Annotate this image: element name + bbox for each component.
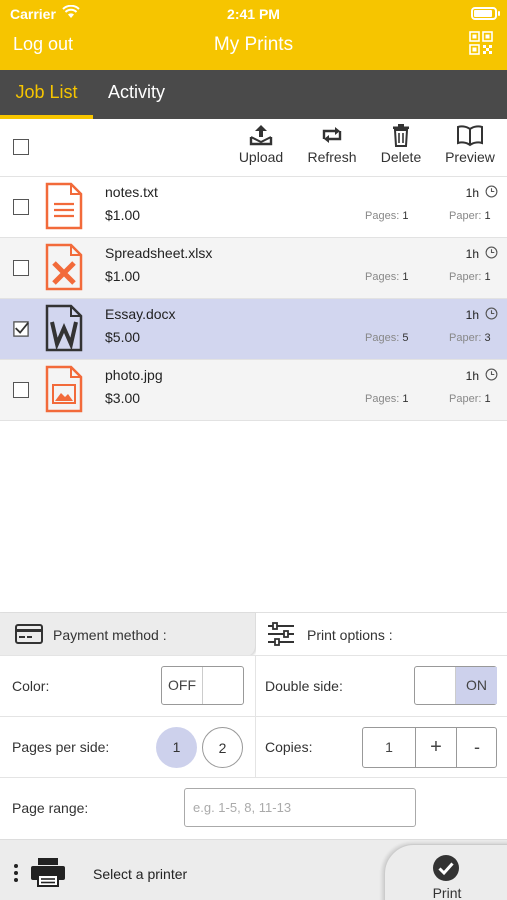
refresh-icon xyxy=(322,127,342,143)
copies-decrement-button[interactable]: - xyxy=(457,728,497,767)
printer-icon[interactable] xyxy=(30,857,66,887)
check-circle-icon xyxy=(433,855,459,881)
options-panel-tabs: Payment method : Print options : xyxy=(0,612,507,656)
job-age: 1h xyxy=(465,186,479,200)
job-row[interactable]: Essay.docx $5.00 1h Pages: 5 Paper: 3 xyxy=(0,299,507,360)
printer-bar: Select a printer Print xyxy=(0,839,507,900)
tab-bar: Job List Activity xyxy=(0,70,507,119)
options-row-layout: Pages per side: 1 2 Copies: 1 + - xyxy=(0,716,507,778)
tab-payment-method[interactable]: Payment method : xyxy=(0,613,256,656)
pages-per-side-option-2[interactable]: 2 xyxy=(202,727,243,768)
print-label: Print xyxy=(432,885,462,900)
clock-icon xyxy=(485,185,498,198)
refresh-button[interactable]: Refresh xyxy=(297,123,367,165)
upload-button[interactable]: Upload xyxy=(226,123,296,165)
upload-icon xyxy=(249,125,273,146)
preview-button[interactable]: Preview xyxy=(435,123,505,165)
pages-count: Pages: 1 xyxy=(365,271,409,283)
trash-icon xyxy=(393,124,409,147)
clock-icon xyxy=(485,307,498,320)
pages-count: Pages: 5 xyxy=(365,332,409,344)
row-checkbox[interactable] xyxy=(13,260,29,276)
page-range-input[interactable] xyxy=(184,788,416,827)
color-toggle[interactable]: OFF xyxy=(161,666,244,705)
pages-count: Pages: 1 xyxy=(365,210,409,222)
color-toggle-on-empty[interactable] xyxy=(203,667,244,704)
page-range-label: Page range: xyxy=(12,800,89,816)
pages-per-side-option-1[interactable]: 1 xyxy=(156,727,197,768)
pages-count: Pages: 1 xyxy=(365,393,409,405)
job-row[interactable]: notes.txt $1.00 1h Pages: 1 Paper: 1 xyxy=(0,177,507,238)
double-side-toggle-off-empty[interactable] xyxy=(415,667,456,704)
color-toggle-off[interactable]: OFF xyxy=(162,667,203,704)
options-row-color: Color: OFF Double side: ON xyxy=(0,655,507,717)
copies-value: 1 xyxy=(363,728,416,767)
job-price: $5.00 xyxy=(105,329,141,345)
page-title: My Prints xyxy=(213,34,294,55)
job-row[interactable]: Spreadsheet.xlsx $1.00 1h Pages: 1 Paper… xyxy=(0,238,507,299)
book-icon xyxy=(457,125,483,147)
file-name: photo.jpg xyxy=(105,367,163,383)
job-price: $1.00 xyxy=(105,207,141,223)
qr-code-icon[interactable] xyxy=(469,31,493,55)
tab-print-options[interactable]: Print options : xyxy=(256,613,507,656)
job-age: 1h xyxy=(465,247,479,261)
paper-count: Paper: 3 xyxy=(449,332,491,344)
image-file-icon xyxy=(45,365,83,413)
copies-stepper[interactable]: 1 + - xyxy=(362,727,497,768)
job-age: 1h xyxy=(465,369,479,383)
job-price: $1.00 xyxy=(105,268,141,284)
delete-label: Delete xyxy=(380,149,422,165)
job-row[interactable]: photo.jpg $3.00 1h Pages: 1 Paper: 1 xyxy=(0,360,507,421)
job-toolbar: Upload Refresh Delete Preview xyxy=(0,119,507,177)
more-options-icon[interactable] xyxy=(14,864,18,885)
job-price: $3.00 xyxy=(105,390,141,406)
preview-label: Preview xyxy=(445,149,495,165)
clock-icon xyxy=(485,246,498,259)
sliders-icon xyxy=(268,622,294,646)
job-age: 1h xyxy=(465,308,479,322)
payment-method-label: Payment method : xyxy=(53,627,167,643)
credit-card-icon xyxy=(15,624,43,644)
row-checkbox[interactable] xyxy=(13,199,29,215)
checked-checkbox[interactable] xyxy=(13,321,29,337)
upload-label: Upload xyxy=(238,149,284,165)
print-button[interactable]: Print xyxy=(384,844,507,900)
text-file-icon xyxy=(45,182,83,230)
color-label: Color: xyxy=(12,678,50,694)
status-bar: Carrier 2:41 PM xyxy=(0,5,507,23)
excel-file-icon xyxy=(45,243,83,291)
options-row-range: Page range: xyxy=(0,777,507,838)
battery-icon xyxy=(471,7,500,20)
word-file-icon xyxy=(45,304,83,352)
double-side-toggle[interactable]: ON xyxy=(414,666,497,705)
paper-count: Paper: 1 xyxy=(449,210,491,222)
tab-job-list[interactable]: Job List xyxy=(0,70,93,119)
copies-label: Copies: xyxy=(265,739,313,755)
double-side-label: Double side: xyxy=(265,678,343,694)
clock-icon xyxy=(485,368,498,381)
pages-per-side-label: Pages per side: xyxy=(12,739,110,755)
select-all-checkbox[interactable] xyxy=(13,139,29,155)
select-printer-button[interactable]: Select a printer xyxy=(93,866,187,882)
copies-increment-button[interactable]: + xyxy=(416,728,457,767)
file-name: Essay.docx xyxy=(105,306,176,322)
refresh-label: Refresh xyxy=(307,149,357,165)
paper-count: Paper: 1 xyxy=(449,271,491,283)
double-side-toggle-on[interactable]: ON xyxy=(456,667,497,704)
paper-count: Paper: 1 xyxy=(449,393,491,405)
row-checkbox[interactable] xyxy=(13,382,29,398)
tab-activity[interactable]: Activity xyxy=(108,70,165,119)
status-time: 2:41 PM xyxy=(227,6,280,22)
app-header: Carrier 2:41 PM Log out My Prints xyxy=(0,0,507,70)
print-options-label: Print options : xyxy=(307,627,393,643)
delete-button[interactable]: Delete xyxy=(366,123,436,165)
file-name: notes.txt xyxy=(105,184,158,200)
file-name: Spreadsheet.xlsx xyxy=(105,245,213,261)
